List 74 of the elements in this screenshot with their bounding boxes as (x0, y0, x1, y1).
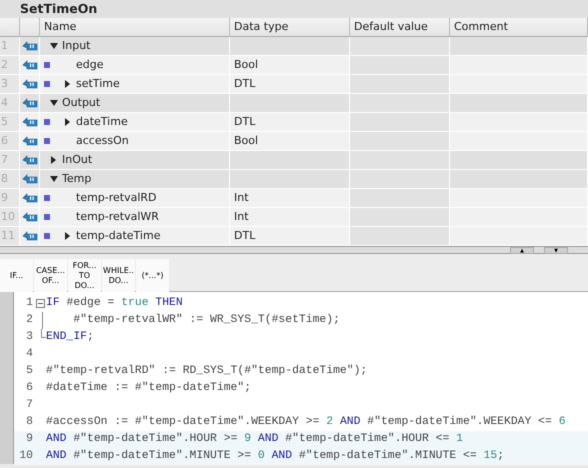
toolbar-button[interactable]: WHILE.. DO... (102, 259, 135, 292)
line-number: 7 (25, 398, 34, 413)
table-cell: DTL (230, 75, 350, 94)
variable-name: temp-dateTime (76, 228, 160, 244)
variable-name: Temp (62, 171, 92, 187)
code-line: #accessOn := #"temp-dateTime".WEEKDAY >= 2 AND #"temp-dateTime".WEEKDAY <= 6 (46, 414, 566, 430)
collapsed-arrow-icon[interactable] (65, 80, 71, 88)
table-cell: Bool (230, 56, 350, 75)
row-number: 4 (0, 94, 20, 113)
toolbar-button[interactable]: FOR... TO DO... (68, 259, 101, 292)
variable-name: Input (62, 38, 90, 54)
collapsed-arrow-icon[interactable] (65, 232, 71, 240)
variable-name: edge (76, 57, 104, 73)
toolbar-button[interactable]: (*...*) (136, 259, 169, 292)
table-cell: DTL (230, 113, 350, 132)
code-line: #"temp-retvalWR" := WR_SYS_T(#setTime); (72, 312, 340, 328)
collapsed-arrow-icon[interactable] (51, 156, 57, 164)
row-number: 7 (0, 151, 20, 170)
table-cell: DTL (230, 227, 350, 246)
expanded-arrow-icon[interactable] (50, 43, 58, 49)
member-icon (44, 214, 50, 220)
row-number: 3 (0, 75, 20, 94)
variable-name: dateTime (76, 114, 128, 130)
member-icon (44, 62, 50, 68)
variable-name: setTime (76, 76, 120, 92)
code-line: #"temp-retvalRD" := RD_SYS_T(#"temp-dateTime"); (46, 364, 368, 379)
table-cell: Bool (230, 132, 350, 151)
row-number: 1 (0, 37, 20, 56)
variable-name: Output (62, 95, 100, 111)
code-line: #dateTime := #"temp-dateTime"; (46, 380, 252, 396)
row-number: 6 (0, 132, 20, 151)
table-cell: Int (230, 208, 350, 227)
line-number: 1 (25, 296, 34, 311)
column-header[interactable]: Data type (230, 18, 350, 37)
variable-name: InOut (62, 152, 92, 168)
row-number: 5 (0, 113, 20, 132)
line-number: 2 (25, 313, 34, 328)
toolbar-button[interactable]: IF... (0, 259, 33, 292)
member-icon (44, 81, 50, 87)
line-number: 10 (18, 449, 34, 464)
line-number: 4 (25, 347, 34, 362)
block-title: SetTimeOn (0, 0, 588, 18)
row-number: 2 (0, 56, 20, 75)
member-icon (44, 119, 50, 125)
expanded-arrow-icon[interactable] (50, 100, 58, 106)
line-number: 6 (25, 381, 34, 396)
row-number: 9 (0, 189, 20, 208)
code-line: AND #"temp-dateTime".MINUTE >= 0 AND #"temp-dateTime".MINUTE <= 15; (46, 448, 504, 464)
member-icon (44, 195, 50, 201)
code-line: END_IF; (46, 330, 94, 345)
row-number: 11 (0, 227, 20, 246)
variable-name: accessOn (76, 133, 129, 149)
column-header[interactable]: Name (40, 18, 230, 37)
row-number: 10 (0, 208, 20, 227)
line-number: 5 (25, 364, 34, 379)
collapse-icon[interactable] (36, 299, 44, 308)
line-number: 8 (25, 415, 34, 430)
code-line: IF #edge = true THEN (46, 296, 183, 311)
header-cell (20, 18, 40, 37)
variable-name: temp-retvalRD (76, 190, 157, 206)
row-number: 8 (0, 170, 20, 189)
line-number: 9 (25, 432, 34, 447)
expanded-arrow-icon[interactable] (50, 176, 58, 182)
column-header[interactable]: Comment (450, 18, 588, 37)
table-cell: Int (230, 189, 350, 208)
collapsed-arrow-icon[interactable] (65, 118, 71, 126)
member-icon (44, 138, 50, 144)
code-line: AND #"temp-dateTime".HOUR >= 9 AND #"temp-dateTime".HOUR <= 1 (46, 432, 464, 447)
toolbar-button[interactable]: CASE... OF... (34, 259, 67, 292)
line-number: 3 (25, 330, 34, 345)
variable-name: temp-retvalWR (76, 209, 159, 225)
member-icon (44, 233, 50, 239)
column-header[interactable]: Default value (350, 18, 450, 37)
header-cell (0, 18, 20, 37)
